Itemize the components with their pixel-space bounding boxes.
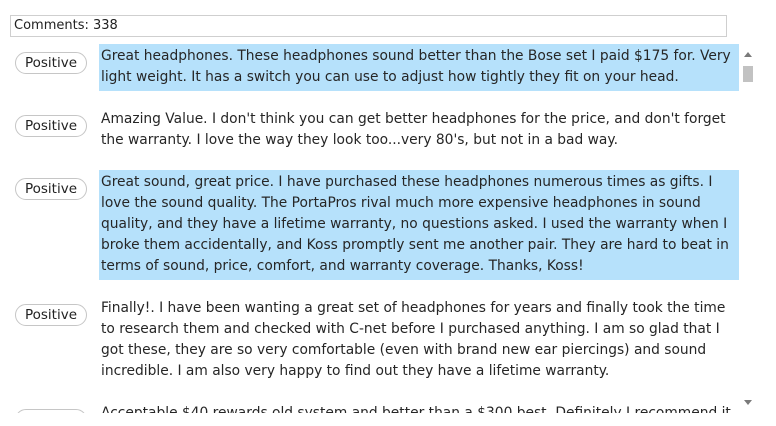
sentiment-badge: Positive <box>15 178 87 200</box>
comment-row[interactable]: Positive Great sound, great price. I have… <box>10 170 739 280</box>
scroll-down-arrow-icon[interactable] <box>744 400 752 405</box>
sentiment-badge: Positive <box>15 52 87 74</box>
comment-row[interactable]: Positive Acceptable $40 rewards old syste… <box>10 401 739 413</box>
comment-row[interactable]: Positive Finally!. I have been wanting a … <box>10 296 739 385</box>
scroll-up-arrow-icon[interactable] <box>744 52 752 57</box>
comment-text[interactable]: Acceptable $40 rewards old system and be… <box>99 401 739 413</box>
comments-list-content: Positive Great headphones. These headphon… <box>10 44 739 413</box>
vertical-scrollbar[interactable] <box>741 52 757 413</box>
comment-text[interactable]: Great headphones. These headphones sound… <box>99 44 739 91</box>
sentiment-badge: Positive <box>15 409 87 413</box>
comment-row[interactable]: Positive Amazing Value. I don't think you… <box>10 107 739 154</box>
comments-count: Comments: 338 <box>10 15 727 37</box>
scroll-thumb[interactable] <box>743 66 753 82</box>
comments-list[interactable]: Positive Great headphones. These headphon… <box>10 44 757 413</box>
comment-text[interactable]: Great sound, great price. I have purchas… <box>99 170 739 280</box>
sentiment-badge: Positive <box>15 115 87 137</box>
comment-text[interactable]: Finally!. I have been wanting a great se… <box>99 296 739 385</box>
sentiment-badge: Positive <box>15 304 87 326</box>
comment-row[interactable]: Positive Great headphones. These headphon… <box>10 44 739 91</box>
comment-text[interactable]: Amazing Value. I don't think you can get… <box>99 107 739 154</box>
